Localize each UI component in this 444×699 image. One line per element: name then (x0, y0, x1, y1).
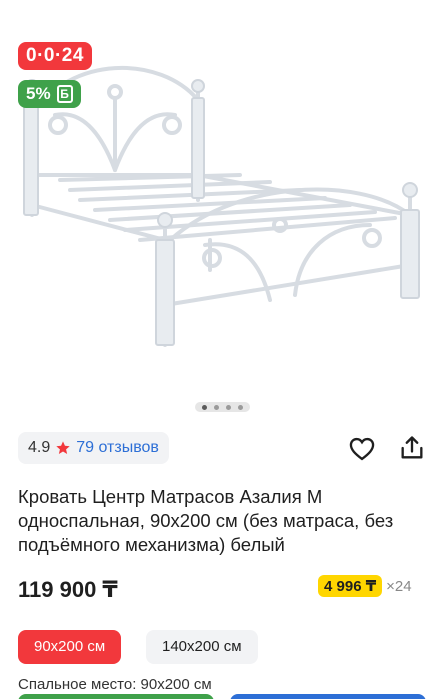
installment-amount: 4 996 ₸ (318, 575, 383, 597)
size-option-140x200[interactable]: 140х200 см (146, 630, 258, 664)
reviews-link[interactable]: 79 отзывов (76, 439, 159, 457)
product-gallery[interactable]: 0·0·24 5% Б (0, 0, 444, 425)
product-price: 119 900 ₸ (18, 577, 118, 602)
size-option-90x200[interactable]: 90х200 см (18, 630, 122, 664)
heart-icon (349, 437, 375, 461)
bottom-action-left[interactable] (18, 694, 214, 699)
favorite-button[interactable] (348, 435, 376, 463)
rating-value: 4.9 (28, 439, 51, 456)
star-icon (56, 441, 70, 454)
bonus-currency-icon: Б (56, 85, 73, 103)
countdown-timer-badge: 0·0·24 (18, 42, 92, 70)
bonus-badge: 5% Б (18, 80, 81, 108)
sleep-place-info: Спальное место: 90х200 см (18, 676, 212, 693)
pager-dot[interactable] (214, 404, 219, 410)
bottom-action-right[interactable] (230, 694, 426, 699)
share-button[interactable] (398, 434, 426, 462)
rating-chip[interactable]: 4.9 79 отзывов (18, 432, 169, 464)
installment-count: ×24 (386, 577, 412, 595)
pager-dot[interactable] (202, 404, 207, 410)
pager-dot[interactable] (226, 404, 231, 410)
installment-info[interactable]: 4 996 ₸ ×24 (318, 575, 412, 597)
share-icon (401, 436, 423, 459)
bonus-percent: 5% (26, 84, 51, 103)
pager-dot[interactable] (238, 404, 243, 410)
gallery-pager[interactable] (195, 402, 250, 412)
product-title: Кровать Центр Матрасов Азалия М односпал… (18, 486, 394, 555)
